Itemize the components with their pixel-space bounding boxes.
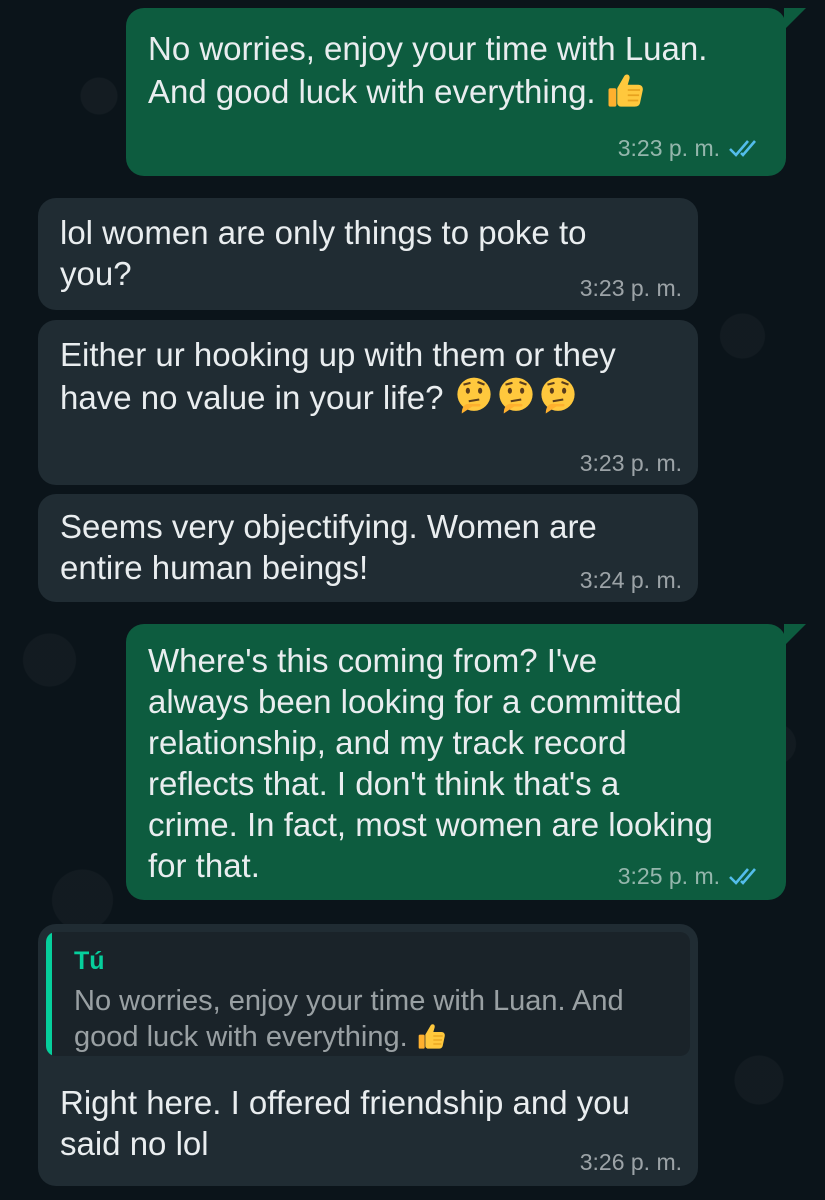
outgoing-message[interactable]: No worries, enjoy your time with Luan. A…: [126, 8, 806, 176]
thumbs-up-emoji-icon: [608, 74, 643, 107]
incoming-message[interactable]: lol women are only things to poke to you…: [38, 198, 698, 310]
read-receipt-icon: [729, 868, 756, 885]
incoming-reply-message[interactable]: Tú No worries, enjoy your time with Luan…: [38, 924, 698, 1186]
outgoing-message[interactable]: Where's this coming from? I've always be…: [126, 624, 806, 900]
thinking-face-emoji-icon: [540, 377, 575, 414]
thinking-face-emoji-icon: [456, 377, 491, 414]
message-time: 3:23 p. m.: [617, 135, 720, 161]
message-meta: 3:23 p. m.: [618, 134, 764, 162]
message-time: 3:23 p. m.: [579, 450, 682, 476]
message-meta: 3:24 p. m.: [580, 566, 682, 594]
quoted-message[interactable]: Tú No worries, enjoy your time with Luan…: [46, 932, 690, 1056]
message-time: 3:26 p. m.: [579, 1149, 682, 1175]
bubble-tail: [784, 624, 806, 646]
message-text: Where's this coming from? I've always be…: [148, 642, 713, 884]
thumbs-up-emoji-icon: [418, 1024, 445, 1049]
thinking-face-emoji-icon: [498, 377, 533, 414]
message-time: 3:25 p. m.: [617, 863, 720, 889]
message-meta: 3:25 p. m.: [618, 862, 764, 890]
incoming-message[interactable]: Seems very objectifying. Women are entir…: [38, 494, 698, 602]
message-meta: 3:26 p. m.: [580, 1148, 682, 1176]
message-meta: 3:23 p. m.: [580, 274, 682, 302]
incoming-message[interactable]: Either ur hooking up with them or they h…: [38, 320, 698, 485]
quote-author: Tú: [74, 947, 105, 975]
message-time: 3:23 p. m.: [579, 275, 682, 301]
chat-conversation[interactable]: No worries, enjoy your time with Luan. A…: [0, 0, 825, 1200]
message-time: 3:24 p. m.: [579, 567, 682, 593]
quote-accent-bar: [46, 932, 52, 1056]
quote-text: No worries, enjoy your time with Luan. A…: [74, 985, 624, 1053]
message-text: Either ur hooking up with them or they h…: [60, 336, 616, 416]
message-meta: 3:23 p. m.: [580, 449, 682, 477]
read-receipt-icon: [729, 140, 756, 157]
bubble-tail: [784, 8, 806, 30]
message-text: No worries, enjoy your time with Luan. A…: [148, 30, 708, 110]
